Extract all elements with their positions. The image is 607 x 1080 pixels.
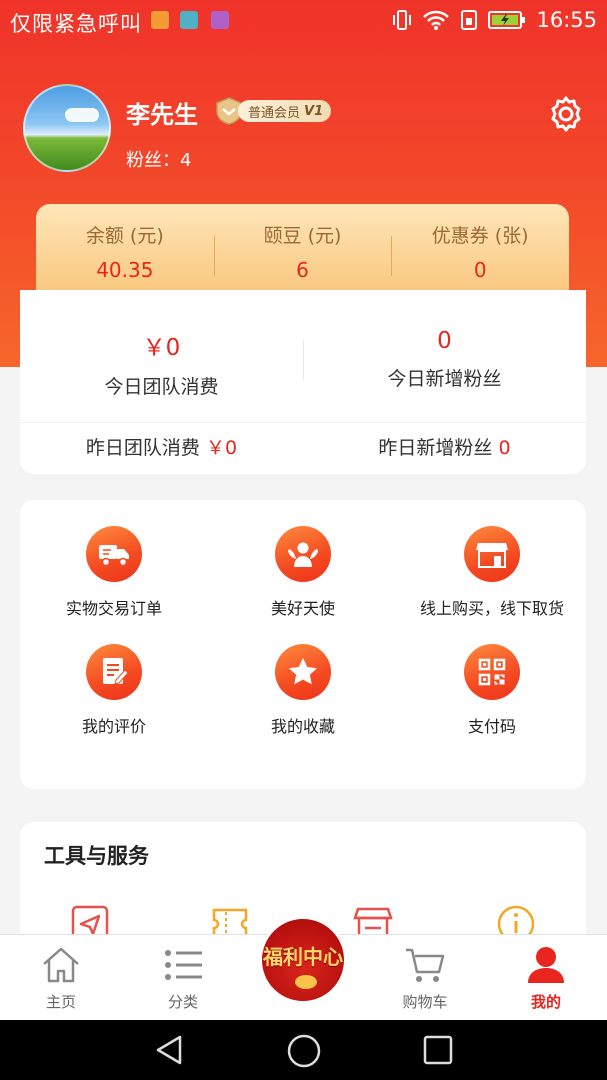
wallet-value: 6 — [296, 258, 309, 282]
sim-icon — [461, 10, 478, 30]
status-bar: 仅限紧急呼叫 16:55 — [0, 0, 607, 44]
stat-value: ￥0 — [142, 335, 181, 361]
star-icon — [275, 644, 331, 700]
member-level-label: 普通会员 — [248, 105, 301, 121]
menu-item-label: 我的评价 — [81, 717, 146, 736]
wallet-summary: 余额 (元) 40.35 颐豆 (元) 6 优惠券 (张) 0 — [36, 204, 569, 304]
wallet-value: 0 — [473, 258, 487, 282]
menu-item-payment-code[interactable]: 支付码 — [398, 644, 586, 737]
avatar[interactable] — [23, 84, 111, 172]
team-stats-card: ￥0 今日团队消费 0 今日新增粉丝 昨日团队消费 ￥0 昨日新增粉丝 0 — [20, 290, 586, 474]
tab-mine[interactable]: 我的 — [485, 935, 607, 1021]
yesterday-team-consumption[interactable]: 昨日团队消费 ￥0 — [20, 423, 303, 474]
system-navigation-bar — [0, 1020, 607, 1080]
tab-categories[interactable]: 分类 — [122, 935, 244, 1021]
cart-icon — [406, 948, 445, 982]
battery-charging-icon — [488, 11, 526, 29]
store-icon — [464, 526, 520, 582]
menu-item-label: 支付码 — [467, 717, 516, 736]
fans-value: 4 — [180, 150, 192, 171]
gamepad-app-icon — [180, 11, 198, 29]
yesterday-new-fans[interactable]: 昨日新增粉丝 0 — [303, 423, 586, 474]
wallet-label: 颐豆 (元) — [263, 225, 342, 247]
vibrate-icon — [393, 10, 412, 30]
stat-value: 0 — [437, 328, 452, 354]
member-tier-label: V1 — [304, 103, 324, 119]
carrier-text: 仅限紧急呼叫 — [10, 12, 142, 36]
stat-value: 0 — [498, 437, 511, 459]
list-icon — [165, 950, 202, 980]
back-icon[interactable] — [152, 1033, 186, 1067]
gallery-app-icon — [211, 11, 229, 29]
home-icon — [43, 947, 79, 983]
wallet-value: 40.35 — [96, 258, 154, 282]
menu-item-physical-orders[interactable]: 实物交易订单 — [20, 526, 208, 619]
member-badge[interactable]: 普通会员 V1 — [214, 96, 332, 126]
feature-menu: 实物交易订单 美好天使 线上购买，线下取货 我的评价 我的收藏 支付码 — [20, 500, 586, 789]
tab-label: 购物车 — [402, 993, 448, 1011]
tab-home[interactable]: 主页 — [0, 935, 122, 1021]
clock: 16:55 — [536, 8, 597, 32]
welfare-center-button[interactable]: 福利中心 — [259, 916, 347, 1004]
menu-item-label: 实物交易订单 — [65, 599, 162, 618]
fans-label: 粉丝： — [126, 150, 180, 171]
today-new-fans[interactable]: 0 今日新增粉丝 — [303, 290, 586, 422]
user-name: 李先生 — [126, 101, 198, 129]
stat-label: 今日新增粉丝 — [387, 368, 502, 390]
delivery-truck-icon — [86, 526, 142, 582]
angel-icon — [275, 526, 331, 582]
menu-item-label: 我的收藏 — [270, 717, 335, 736]
section-title: 工具与服务 — [44, 844, 149, 868]
heart-app-icon — [151, 11, 169, 29]
stat-value: ￥0 — [205, 437, 238, 459]
wifi-icon — [423, 10, 450, 30]
wallet-balance[interactable]: 余额 (元) 40.35 — [36, 204, 214, 304]
user-icon — [528, 947, 564, 983]
lantern-icon — [295, 975, 317, 989]
menu-item-online-buy-offline-pickup[interactable]: 线上购买，线下取货 — [398, 526, 586, 619]
recent-apps-icon[interactable] — [422, 1034, 454, 1066]
tab-label: 分类 — [167, 993, 198, 1011]
tab-cart[interactable]: 购物车 — [364, 935, 486, 1021]
stat-label: 昨日团队消费 — [85, 437, 200, 459]
menu-item-label: 美好天使 — [270, 599, 335, 618]
menu-item-my-favorites[interactable]: 我的收藏 — [209, 644, 397, 737]
menu-item-label: 线上购买，线下取货 — [419, 599, 564, 618]
wallet-beans[interactable]: 颐豆 (元) 6 — [213, 204, 392, 304]
tab-label: 主页 — [45, 993, 76, 1011]
stat-label: 昨日新增粉丝 — [378, 437, 493, 459]
wallet-coupons[interactable]: 优惠券 (张) 0 — [391, 204, 569, 304]
menu-item-angel[interactable]: 美好天使 — [209, 526, 397, 619]
home-nav-icon[interactable] — [286, 1033, 322, 1069]
wallet-label: 余额 (元) — [85, 225, 164, 247]
today-team-consumption[interactable]: ￥0 今日团队消费 — [20, 290, 303, 422]
gear-icon[interactable] — [546, 94, 586, 134]
fans-count: 粉丝：4 — [126, 146, 191, 172]
stat-label: 今日团队消费 — [104, 376, 219, 398]
wallet-label: 优惠券 (张) — [431, 225, 529, 247]
tab-label: 我的 — [530, 993, 561, 1011]
review-icon — [86, 644, 142, 700]
qr-code-icon — [464, 644, 520, 700]
welfare-center-label: 福利中心 — [263, 945, 343, 969]
menu-item-my-reviews[interactable]: 我的评价 — [20, 644, 208, 737]
